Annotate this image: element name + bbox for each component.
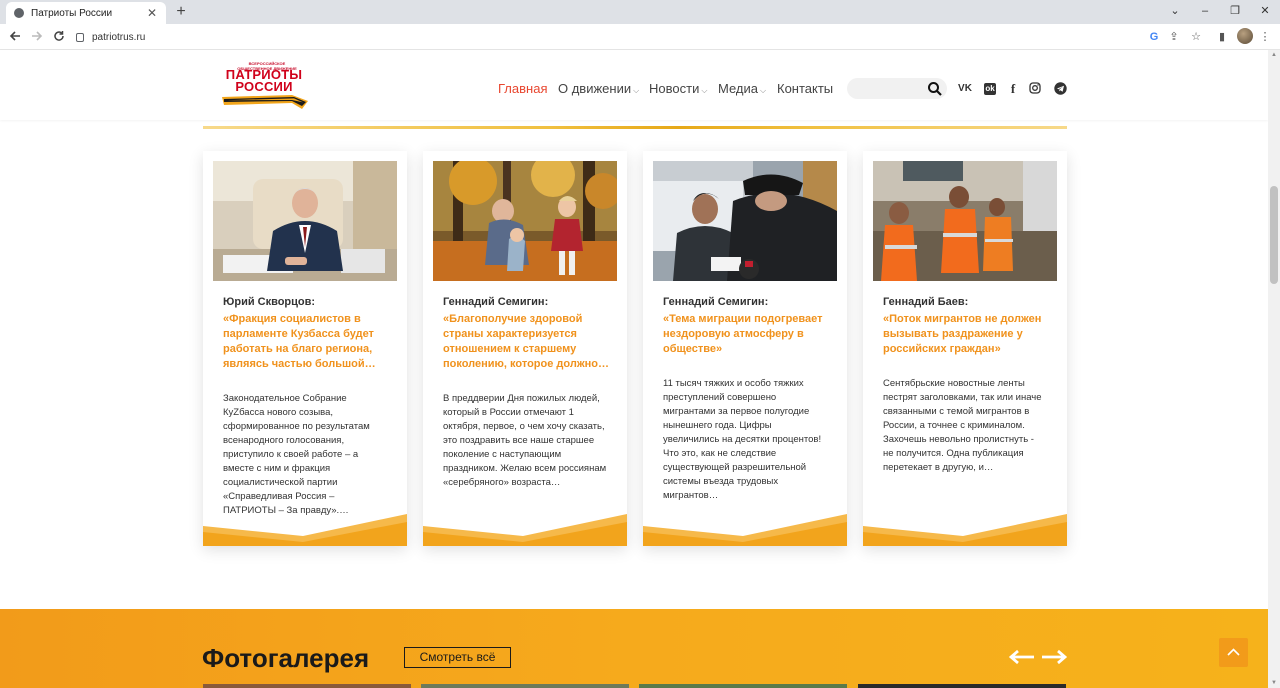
forward-arrow-icon[interactable] bbox=[28, 28, 46, 46]
news-card[interactable]: Геннадий Баев: «Поток мигрантов не долже… bbox=[863, 151, 1067, 546]
chevron-down-icon: ⌵ bbox=[760, 86, 767, 95]
card-excerpt: Сентябрьские новостные ленты пестрят заг… bbox=[883, 378, 1042, 473]
google-icon[interactable]: G bbox=[1146, 28, 1162, 46]
url-text: patriotrus.ru bbox=[92, 31, 146, 43]
site-favicon-icon bbox=[14, 8, 24, 18]
lock-icon bbox=[76, 32, 84, 42]
card-author: Геннадий Семигин: bbox=[443, 296, 549, 308]
new-tab-button[interactable]: + bbox=[172, 2, 190, 22]
nav-home-label: Главная bbox=[498, 81, 548, 96]
logo-title-line-2: РОССИИ bbox=[235, 79, 293, 94]
card-headline[interactable]: «Поток мигрантов не должен вызывать разд… bbox=[883, 312, 1051, 357]
browser-tab-bar: Патриоты России ✕ + ⌄ – ❐ ✕ bbox=[0, 0, 1280, 24]
card-author: Геннадий Баев: bbox=[883, 296, 969, 308]
card-photo bbox=[433, 161, 617, 281]
tab-title: Патриоты России bbox=[31, 7, 113, 19]
arrow-right-icon[interactable] bbox=[1041, 649, 1067, 665]
browser-menu-icon[interactable]: ⋮ bbox=[1257, 28, 1273, 46]
chevron-down-icon: ⌵ bbox=[633, 86, 640, 95]
reload-icon[interactable] bbox=[50, 28, 68, 46]
minimize-button[interactable]: – bbox=[1190, 0, 1220, 24]
window-close-button[interactable]: ✕ bbox=[1250, 0, 1280, 24]
gallery-thumbnail[interactable] bbox=[639, 684, 847, 688]
maximize-button[interactable]: ❐ bbox=[1220, 0, 1250, 24]
nav-media[interactable]: Медиа ⌵ bbox=[718, 81, 766, 97]
tab-search-icon[interactable]: ⌄ bbox=[1160, 0, 1190, 24]
vk-icon[interactable]: VK bbox=[958, 82, 972, 96]
card-wave-decoration bbox=[863, 514, 1067, 546]
card-wave-decoration bbox=[203, 514, 407, 546]
logo-title: ПАТРИОТЫ РОССИИ bbox=[218, 68, 310, 94]
scrollbar-thumb[interactable] bbox=[1270, 186, 1278, 284]
tab-close-icon[interactable]: ✕ bbox=[146, 6, 158, 20]
card-excerpt: В преддверии Дня пожилых людей, который … bbox=[443, 393, 607, 488]
browser-tab[interactable]: Патриоты России ✕ bbox=[6, 2, 166, 24]
card-headline[interactable]: «Тема миграции подогревает нездоровую ат… bbox=[663, 312, 831, 357]
odnoklassniki-icon[interactable]: ok bbox=[984, 83, 996, 95]
search-icon[interactable] bbox=[927, 81, 943, 97]
card-photo bbox=[653, 161, 837, 281]
bookmark-star-icon[interactable]: ☆ bbox=[1188, 28, 1204, 46]
news-card[interactable]: Геннадий Семигин: «Тема миграции подогре… bbox=[643, 151, 847, 546]
nav-about[interactable]: О движении ⌵ bbox=[558, 81, 639, 97]
card-author: Геннадий Семигин: bbox=[663, 296, 769, 308]
gallery-thumbnail[interactable] bbox=[421, 684, 629, 688]
address-bar[interactable]: patriotrus.ru bbox=[70, 27, 1210, 47]
facebook-icon[interactable]: f bbox=[1006, 82, 1020, 96]
chevron-up-icon bbox=[1227, 648, 1240, 656]
card-excerpt: 11 тысяч тяжких и особо тяжких преступле… bbox=[663, 378, 822, 501]
telegram-icon[interactable] bbox=[1053, 82, 1067, 96]
side-panel-icon[interactable]: ▮ bbox=[1214, 28, 1230, 46]
st-george-ribbon-icon bbox=[222, 95, 308, 109]
card-excerpt: Законодательное Собрание КуZбасса нового… bbox=[223, 393, 370, 516]
scroll-up-icon[interactable]: ▲ bbox=[1271, 52, 1277, 58]
nav-contacts[interactable]: Контакты bbox=[777, 81, 833, 97]
card-author: Юрий Скворцов: bbox=[223, 296, 316, 308]
view-all-button[interactable]: Смотреть всё bbox=[404, 647, 511, 668]
card-headline[interactable]: «Фракция социалистов в парламенте Кузбас… bbox=[223, 312, 391, 372]
chevron-down-icon: ⌵ bbox=[701, 86, 708, 95]
nav-contacts-label: Контакты bbox=[777, 81, 834, 96]
nav-home[interactable]: Главная bbox=[498, 81, 547, 97]
card-photo bbox=[213, 161, 397, 281]
nav-media-label: Медиа bbox=[718, 81, 758, 96]
arrow-left-icon[interactable] bbox=[1009, 649, 1035, 665]
instagram-icon[interactable] bbox=[1028, 82, 1042, 96]
site-logo[interactable]: ВСЕРОССИЙСКОЕ ОБЩЕСТВЕННОЕ ДВИЖЕНИЕ ПАТР… bbox=[218, 61, 310, 118]
scroll-to-top-button[interactable] bbox=[1219, 638, 1248, 667]
profile-avatar[interactable] bbox=[1237, 28, 1253, 44]
news-card[interactable]: Геннадий Семигин: «Благополучие здоровой… bbox=[423, 151, 627, 546]
news-card[interactable]: Юрий Скворцов: «Фракция социалистов в па… bbox=[203, 151, 407, 546]
section-divider bbox=[203, 126, 1067, 129]
card-photo bbox=[873, 161, 1057, 281]
nav-news[interactable]: Новости ⌵ bbox=[649, 81, 707, 97]
gallery-title: Фотогалерея bbox=[202, 643, 370, 673]
nav-about-label: О движении bbox=[558, 81, 632, 96]
scroll-down-icon[interactable]: ▼ bbox=[1271, 680, 1277, 686]
card-wave-decoration bbox=[643, 514, 847, 546]
photo-gallery-section: Фотогалерея Смотреть всё bbox=[0, 609, 1268, 688]
browser-toolbar: patriotrus.ru G ⇪ ☆ ▮ ⋮ bbox=[0, 24, 1280, 50]
nav-news-label: Новости bbox=[649, 81, 700, 96]
back-arrow-icon[interactable] bbox=[6, 28, 24, 46]
card-headline[interactable]: «Благополучие здоровой страны характериз… bbox=[443, 312, 611, 372]
gallery-thumbnail[interactable] bbox=[203, 684, 411, 688]
site-header: ВСЕРОССИЙСКОЕ ОБЩЕСТВЕННОЕ ДВИЖЕНИЕ ПАТР… bbox=[0, 50, 1268, 120]
card-wave-decoration bbox=[423, 514, 627, 546]
gallery-thumbnail[interactable] bbox=[858, 684, 1066, 688]
page-scrollbar[interactable] bbox=[1268, 50, 1280, 688]
share-icon[interactable]: ⇪ bbox=[1166, 28, 1182, 46]
